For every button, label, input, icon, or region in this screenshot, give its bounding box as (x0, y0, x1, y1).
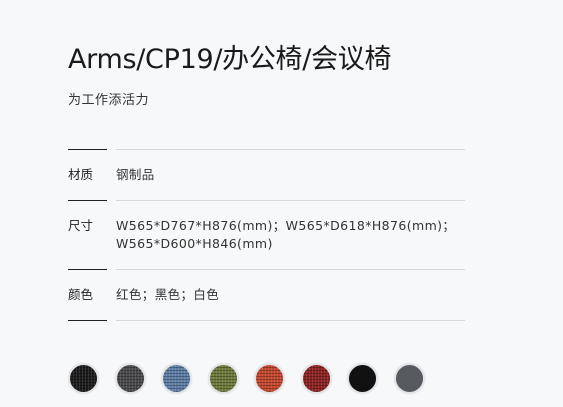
product-tagline: 为工作添活力 (68, 93, 150, 108)
row-divider (116, 320, 465, 321)
product-title: Arms/CP19/办公椅/会议椅 (68, 44, 392, 75)
spec-table-bottom (68, 320, 465, 321)
color-swatch-solid-black[interactable] (347, 363, 378, 394)
spec-value: 红色；黑色；白色 (116, 287, 220, 302)
color-swatch-list (68, 363, 440, 394)
row-divider-accent (68, 200, 107, 201)
row-divider (116, 200, 465, 201)
spec-row-color: 颜色 红色；黑色；白色 (68, 269, 465, 320)
color-swatch-black-mesh[interactable] (68, 363, 99, 394)
spec-row-size: 尺寸 W565*D767*H876(mm)；W565*D618*H876(mm)… (68, 200, 465, 269)
color-swatch-olive-mesh[interactable] (207, 363, 239, 394)
spec-value: 钢制品 (116, 167, 155, 182)
color-swatch-dark-red-mesh[interactable] (300, 363, 332, 394)
row-divider (116, 149, 465, 150)
color-swatch-grey-mesh[interactable] (114, 363, 146, 394)
row-divider-accent (68, 149, 107, 150)
spec-row-material: 材质 钢制品 (68, 149, 465, 200)
row-divider (116, 269, 465, 270)
spec-label: 颜色 (68, 287, 94, 302)
spec-table: 材质 钢制品 尺寸 W565*D767*H876(mm)；W565*D618*H… (68, 149, 465, 321)
spec-label: 材质 (68, 167, 94, 182)
row-divider-accent (68, 320, 107, 321)
color-swatch-orange-red-mesh[interactable] (254, 363, 285, 394)
color-swatch-slate-grey[interactable] (393, 363, 425, 394)
color-swatch-blue-mesh[interactable] (161, 363, 192, 394)
spec-value: W565*D767*H876(mm)；W565*D618*H876(mm)；W5… (116, 218, 456, 251)
spec-label: 尺寸 (68, 218, 94, 233)
row-divider-accent (68, 269, 107, 270)
